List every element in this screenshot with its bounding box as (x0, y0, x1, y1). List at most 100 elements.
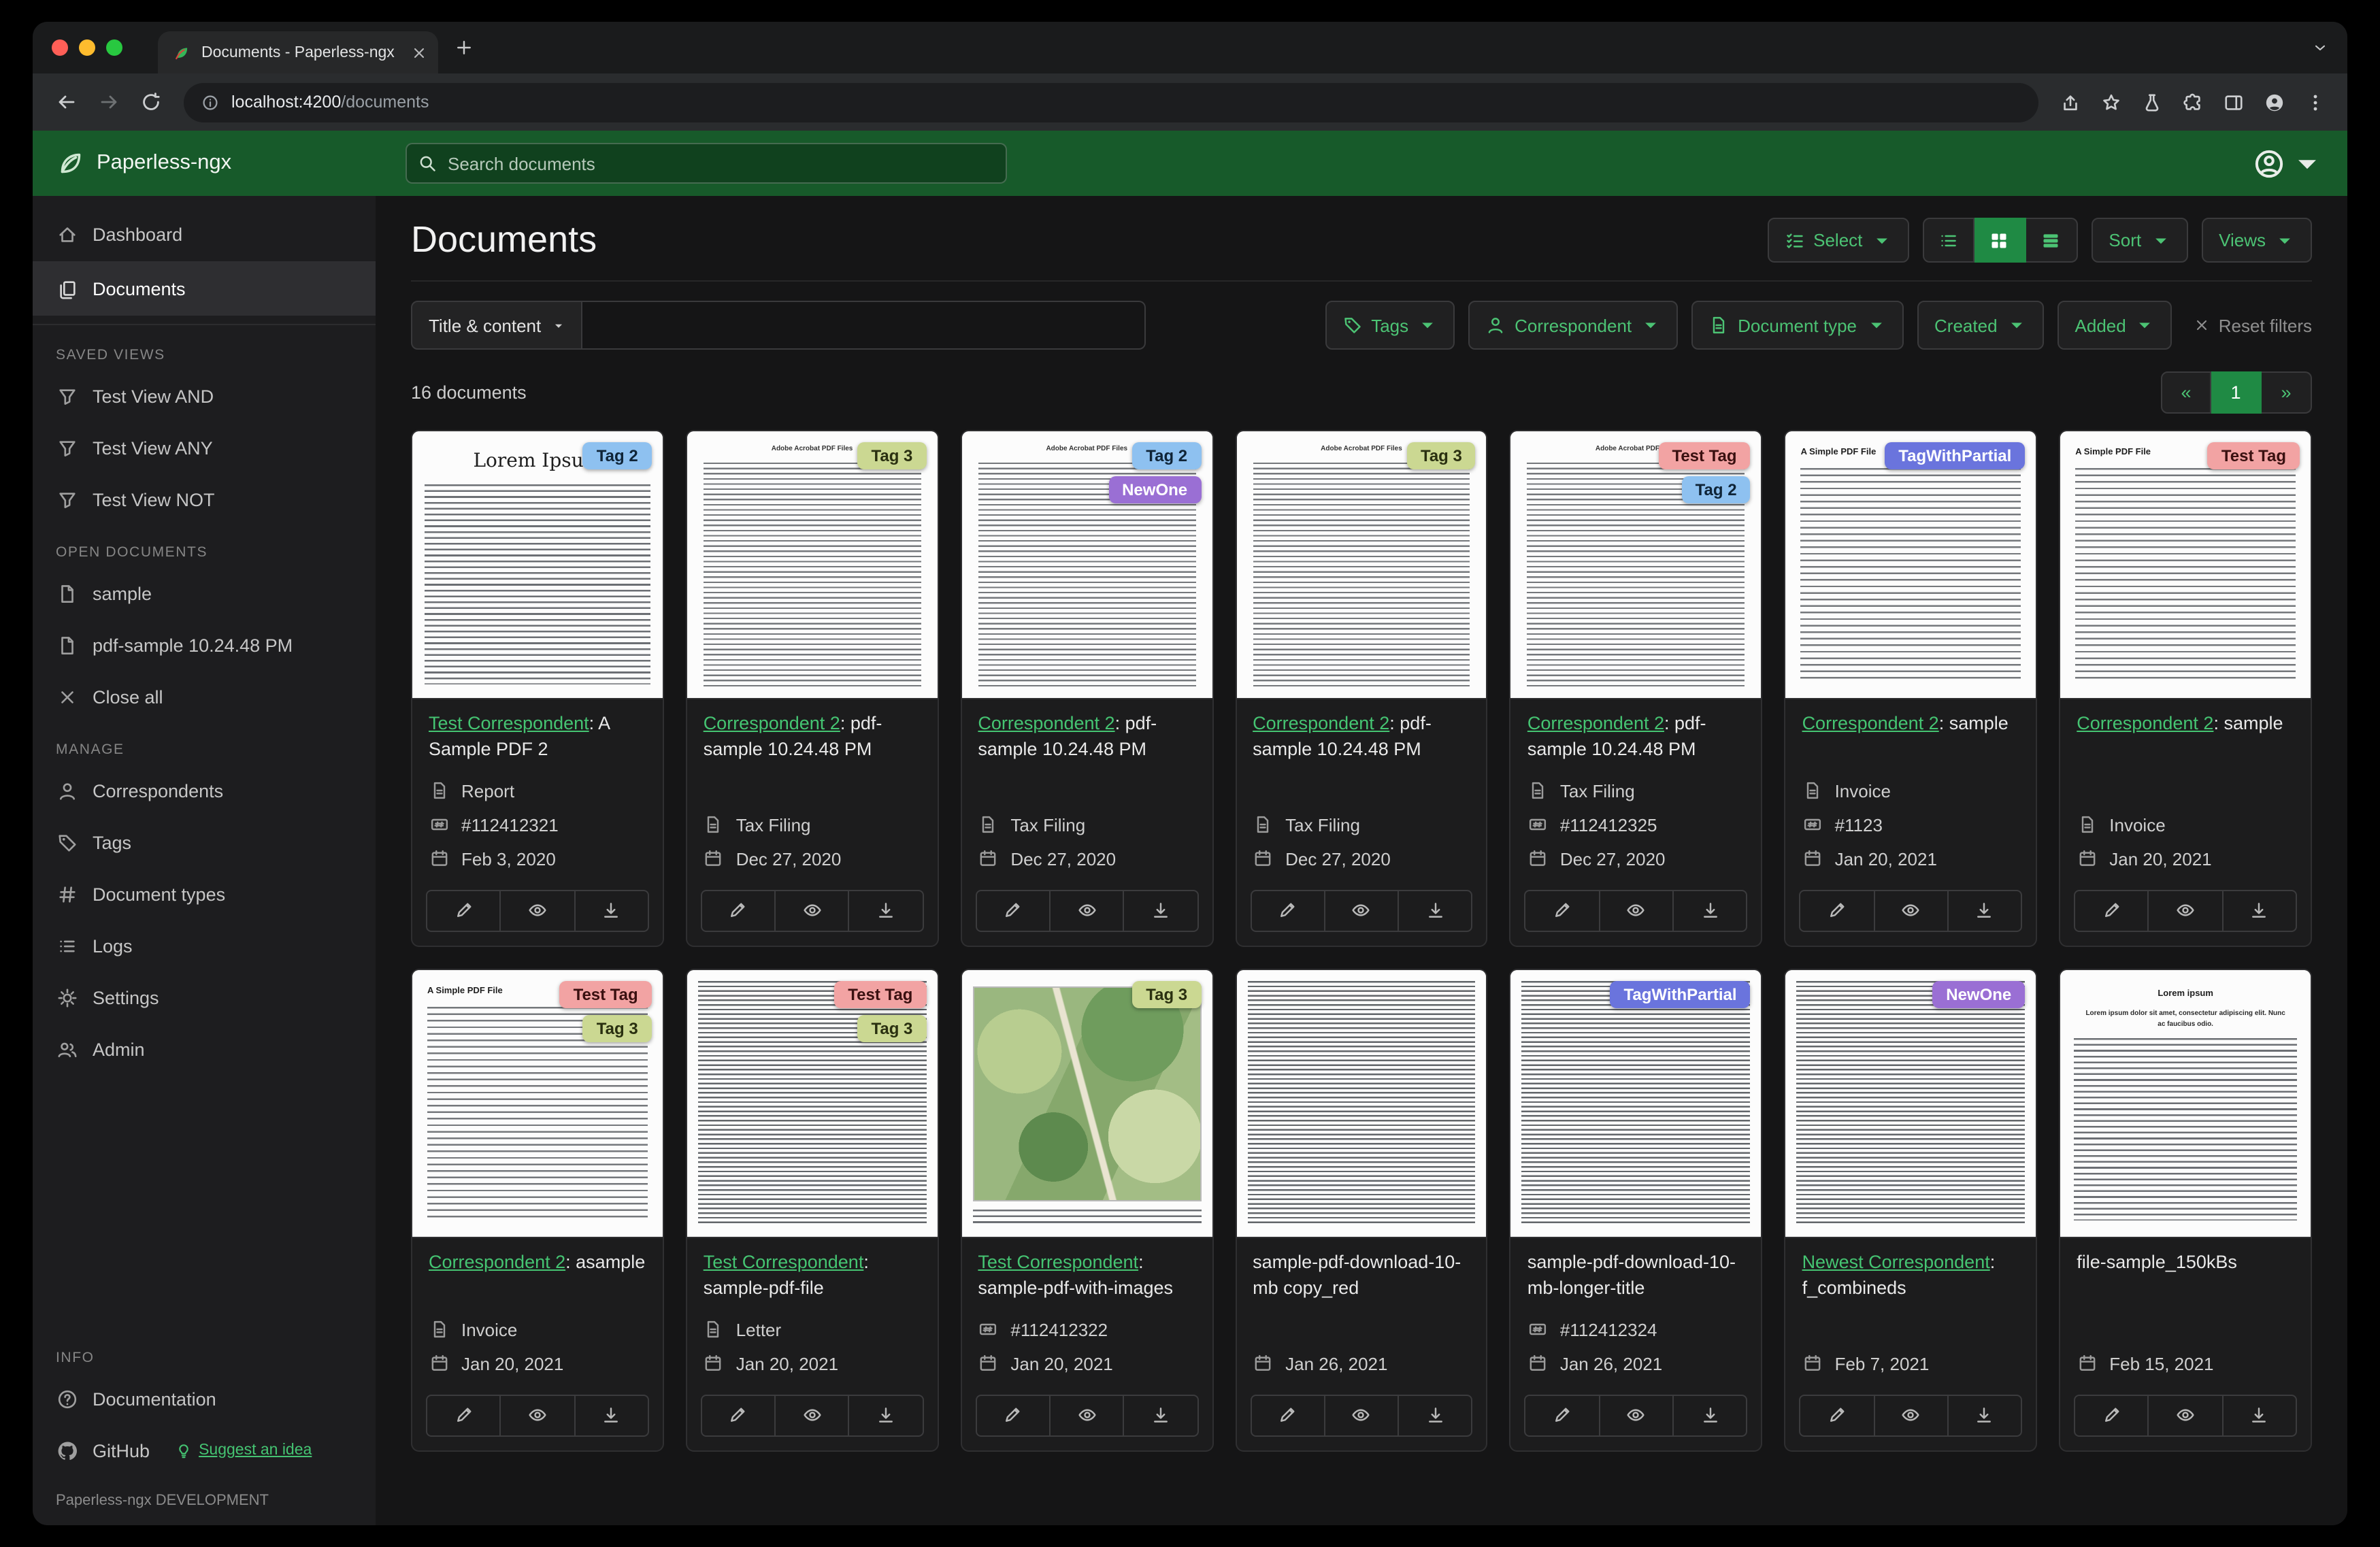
tags-filter-button[interactable]: Tags (1325, 301, 1455, 350)
address-bar[interactable]: localhost:4200/documents (184, 82, 2038, 122)
download-button[interactable] (848, 1395, 923, 1435)
correspondent-link[interactable]: Test Correspondent (429, 713, 589, 733)
view-button[interactable] (499, 891, 574, 931)
tag-badge[interactable]: Test Tag (1658, 442, 1751, 469)
tag-badge[interactable]: NewOne (1932, 980, 2026, 1008)
browser-profile-icon[interactable] (2264, 92, 2285, 112)
tag-badge[interactable]: Tag 2 (1681, 476, 1751, 503)
browser-menu-icon[interactable] (2305, 92, 2326, 112)
download-button[interactable] (1672, 1395, 1747, 1435)
sidebar-item-close-all[interactable]: Close all (33, 671, 376, 722)
correspondent-link[interactable]: Correspondent 2 (1802, 713, 1939, 733)
download-button[interactable] (1123, 1395, 1197, 1435)
new-tab-button[interactable] (454, 38, 474, 57)
tag-badge[interactable]: Tag 3 (1406, 442, 1476, 469)
sidebar-item-documents[interactable]: Documents (33, 261, 376, 316)
pagination-prev-button[interactable]: « (2161, 371, 2211, 414)
document-thumbnail[interactable]: Lorem ipsum Lorem ipsum dolor sit amet, … (2060, 969, 2311, 1238)
view-button[interactable] (499, 1395, 574, 1435)
sidebar-item-open-pdf-sample[interactable]: pdf-sample 10.24.48 PM (33, 619, 376, 671)
download-button[interactable] (574, 891, 648, 931)
download-button[interactable] (1398, 1395, 1472, 1435)
edit-button[interactable] (2075, 1395, 2148, 1435)
view-button[interactable] (1048, 1395, 1123, 1435)
correspondent-link[interactable]: Test Correspondent (978, 1252, 1138, 1272)
edit-button[interactable] (1526, 891, 1599, 931)
sidebar-item-test-view-and[interactable]: Test View AND (33, 370, 376, 422)
added-filter-button[interactable]: Added (2057, 301, 2172, 350)
tag-badge[interactable]: TagWithPartial (1885, 442, 2026, 469)
close-window-button[interactable] (52, 39, 68, 56)
reset-filters-button[interactable]: Reset filters (2194, 315, 2312, 335)
document-thumbnail[interactable]: A Simple PDF File TagWithPartial (1785, 431, 2036, 699)
tag-badge[interactable]: Tag 2 (1132, 442, 1202, 469)
correspondent-link[interactable]: Correspondent 2 (978, 713, 1114, 733)
document-thumbnail[interactable]: Adobe Acrobat PDF Files Tag 3 (687, 431, 938, 699)
download-button[interactable] (1123, 891, 1197, 931)
edit-button[interactable] (1251, 891, 1324, 931)
sidebar-item-test-view-not[interactable]: Test View NOT (33, 473, 376, 525)
tag-badge[interactable]: Tag 3 (582, 1014, 652, 1042)
sidebar-item-documentation[interactable]: Documentation (33, 1373, 376, 1425)
edit-button[interactable] (1251, 1395, 1324, 1435)
view-button[interactable] (2147, 1395, 2222, 1435)
download-button[interactable] (1398, 891, 1472, 931)
document-thumbnail[interactable]: Tag 3 (961, 969, 1212, 1238)
tag-badge[interactable]: NewOne (1108, 476, 1202, 503)
view-button[interactable] (1323, 1395, 1398, 1435)
document-thumbnail[interactable]: TagWithPartial (1510, 969, 1762, 1238)
created-filter-button[interactable]: Created (1917, 301, 2044, 350)
view-grid-button[interactable] (1974, 218, 2026, 263)
edit-button[interactable] (1801, 1395, 1874, 1435)
correspondent-link[interactable]: Correspondent 2 (1527, 713, 1664, 733)
view-details-button[interactable] (2026, 218, 2078, 263)
edit-button[interactable] (976, 891, 1049, 931)
document-thumbnail[interactable]: A Simple PDF File Test Tag (2060, 431, 2311, 699)
tag-badge[interactable]: Test Tag (834, 980, 927, 1008)
download-button[interactable] (1947, 891, 2021, 931)
document-thumbnail[interactable]: NewOne (1785, 969, 2036, 1238)
app-brand[interactable]: Paperless-ngx (57, 150, 376, 177)
tag-badge[interactable]: TagWithPartial (1610, 980, 1751, 1008)
view-button[interactable] (2147, 891, 2222, 931)
download-button[interactable] (1672, 891, 1747, 931)
side-panel-icon[interactable] (2224, 92, 2244, 112)
correspondent-link[interactable]: Correspondent 2 (429, 1252, 565, 1272)
edit-button[interactable] (427, 1395, 500, 1435)
view-button[interactable] (1323, 891, 1398, 931)
tag-badge[interactable]: Tag 2 (582, 442, 652, 469)
sidebar-item-dashboard[interactable]: Dashboard (33, 207, 376, 261)
view-button[interactable] (1873, 891, 1947, 931)
edit-button[interactable] (1801, 891, 1874, 931)
edit-button[interactable] (702, 1395, 775, 1435)
share-icon[interactable] (2060, 92, 2081, 112)
correspondent-link[interactable]: Test Correspondent (704, 1252, 864, 1272)
document-thumbnail[interactable] (1236, 969, 1487, 1238)
document-thumbnail[interactable]: Adobe Acrobat PDF Files Test Tag Tag 2 (1510, 431, 1762, 699)
view-list-button[interactable] (1922, 218, 1974, 263)
view-button[interactable] (1873, 1395, 1947, 1435)
browser-tab[interactable]: Documents - Paperless-ngx (158, 31, 438, 73)
download-button[interactable] (2221, 891, 2296, 931)
correspondent-link[interactable]: Correspondent 2 (1253, 713, 1389, 733)
sidebar-item-logs[interactable]: Logs (33, 920, 376, 971)
sidebar-item-tags[interactable]: Tags (33, 816, 376, 868)
view-button[interactable] (1598, 891, 1672, 931)
document-type-filter-button[interactable]: Document type (1691, 301, 1904, 350)
edit-button[interactable] (1526, 1395, 1599, 1435)
tab-close-icon[interactable] (411, 44, 427, 61)
pagination-page-1[interactable]: 1 (2211, 371, 2262, 414)
sidebar-item-test-view-any[interactable]: Test View ANY (33, 422, 376, 473)
tag-badge[interactable]: Test Tag (559, 980, 652, 1008)
document-thumbnail[interactable]: Adobe Acrobat PDF Files Tag 2 NewOne (961, 431, 1212, 699)
download-button[interactable] (574, 1395, 648, 1435)
sort-button[interactable]: Sort (2091, 218, 2188, 263)
minimize-window-button[interactable] (79, 39, 95, 56)
sidebar-item-github[interactable]: GitHub Suggest an idea (33, 1425, 376, 1476)
tag-badge[interactable]: Tag 3 (857, 1014, 927, 1042)
document-thumbnail[interactable]: Adobe Acrobat PDF Files Tag 3 (1236, 431, 1487, 699)
pagination-next-button[interactable]: » (2262, 371, 2312, 414)
correspondent-link[interactable]: Newest Correspondent (1802, 1252, 1990, 1272)
search-input[interactable] (406, 143, 1007, 184)
correspondent-link[interactable]: Correspondent 2 (704, 713, 840, 733)
